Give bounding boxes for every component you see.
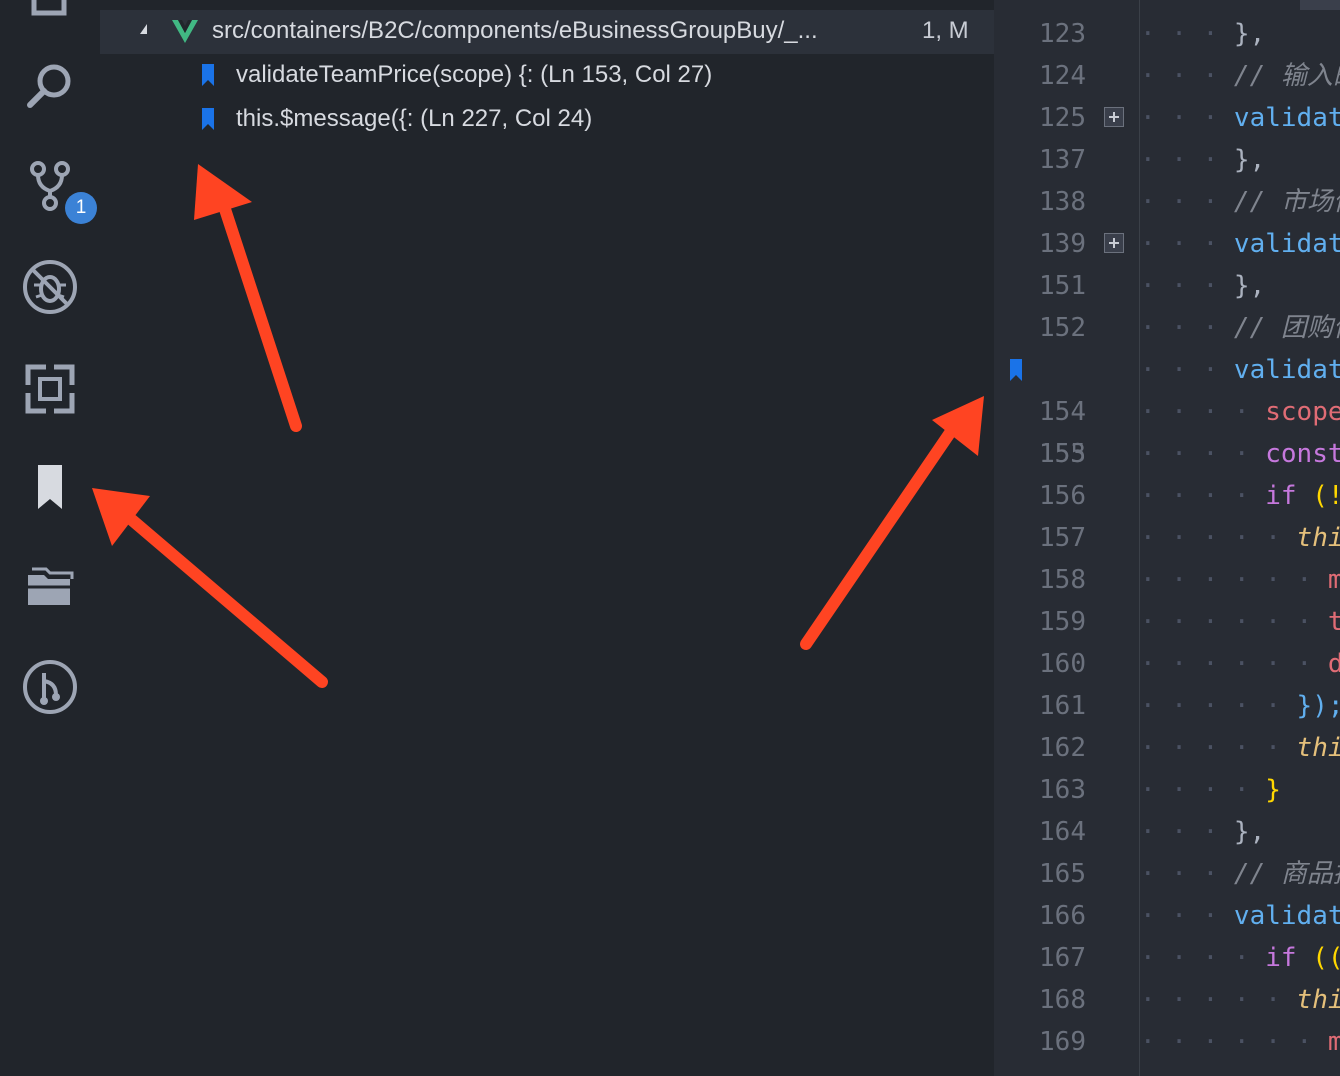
code-line: 124· · · // 输入的 xyxy=(1039,61,1340,91)
code-line: 165· · · // 商品描 xyxy=(1039,859,1340,889)
code-line: 138· · · // 市场价 xyxy=(1039,187,1340,217)
code-line: 161 · · · · · }); xyxy=(1039,691,1340,721)
extensions-icon[interactable] xyxy=(15,352,85,422)
code-line: 137 · · · }, xyxy=(1039,145,1266,175)
search-icon[interactable] xyxy=(15,52,85,122)
fold-expand-icon[interactable] xyxy=(1104,233,1124,253)
bookmark-item[interactable]: this.$message({: (Ln 227, Col 24) xyxy=(100,98,994,142)
vue-file-icon xyxy=(172,20,198,43)
code-line: 139· · · validate xyxy=(1039,229,1340,259)
editor-scroll-marker xyxy=(1300,0,1340,10)
bookmark-item[interactable]: validateTeamPrice(scope) {: (Ln 153, Col… xyxy=(100,54,994,98)
source-control-badge: 1 xyxy=(65,192,97,224)
file-path: src/containers/B2C/components/eBusinessG… xyxy=(212,17,818,44)
code-line: 157· · · · · this xyxy=(1039,523,1340,553)
bookmark-icon xyxy=(202,64,214,86)
code-line: 166· · · validate xyxy=(1039,901,1340,931)
debug-icon[interactable] xyxy=(15,252,85,322)
bookmark-file-row[interactable]: src/containers/B2C/components/eBusinessG… xyxy=(100,10,994,54)
code-line: 158· · · · · · me xyxy=(1039,565,1340,595)
file-meta: 1, M xyxy=(922,17,969,44)
code-line: 162· · · · · this xyxy=(1039,733,1340,763)
activity-bar: 1 xyxy=(0,0,100,1076)
code-line: 168· · · · · this xyxy=(1039,985,1340,1015)
explorer-icon[interactable] xyxy=(15,0,85,34)
bookmark-label: validateTeamPrice(scope) {: (Ln 153, Col… xyxy=(236,61,713,88)
code-line: 156· · · · if (!r xyxy=(1039,481,1340,511)
code-line: 160· · · · · · du xyxy=(1039,649,1340,679)
code-line: 155 · · · · const xyxy=(1039,439,1340,469)
chevron-down-icon[interactable] xyxy=(140,24,147,34)
code-line: 151 · · · }, xyxy=(1039,271,1266,301)
fold-expand-icon[interactable] xyxy=(1104,107,1124,127)
folder-icon[interactable] xyxy=(15,552,85,622)
code-editor[interactable]: 123· · · }, 124· · · // 输入的 125· · · val… xyxy=(994,0,1340,1076)
bookmark-icon xyxy=(202,108,214,130)
code-line: 163 · · · · } xyxy=(1039,775,1281,805)
code-line: 159· · · · · · ty xyxy=(1039,607,1340,637)
bookmarks-panel: src/containers/B2C/components/eBusinessG… xyxy=(100,0,994,1076)
code-line: 123 · · · }, xyxy=(1039,19,1266,49)
code-line: 164 · · · }, xyxy=(1039,817,1266,847)
code-line: 125· · · validate xyxy=(1039,103,1340,133)
bookmark-label: this.$message({: (Ln 227, Col 24) xyxy=(236,105,593,132)
source-control-icon[interactable]: 1 xyxy=(15,150,97,224)
code-line: 154· · · · scope. xyxy=(1039,397,1340,427)
code-line: 152· · · // 团购价 xyxy=(1039,313,1340,343)
code-line: 153· · · validate xyxy=(994,349,1340,469)
git-graph-icon[interactable] xyxy=(15,652,85,722)
gutter-bookmark-icon[interactable] xyxy=(1010,359,1022,381)
bookmarks-icon[interactable] xyxy=(15,452,85,522)
code-line: 169· · · · · · me xyxy=(1039,1027,1340,1057)
code-line: 167· · · · if ((s xyxy=(1039,943,1340,973)
